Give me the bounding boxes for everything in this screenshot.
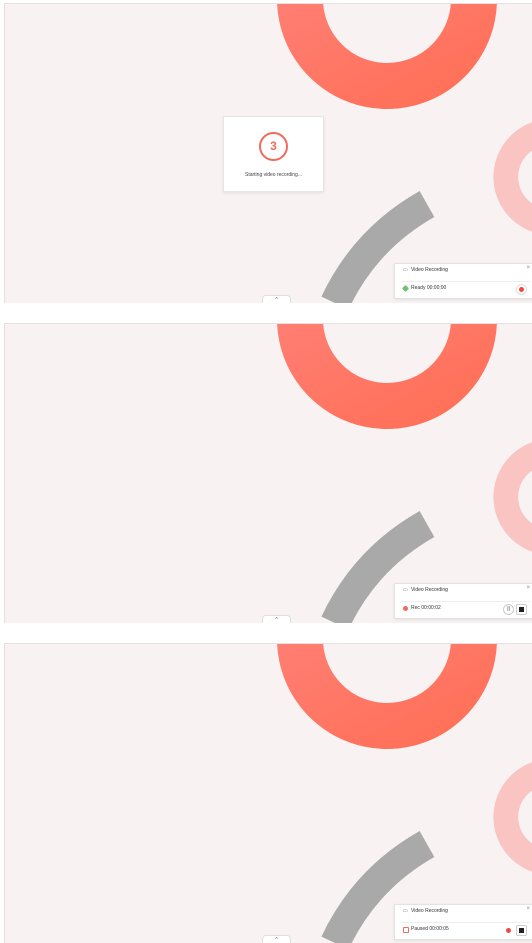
status-row: Paused 00:00:05 bbox=[401, 922, 530, 936]
collapse-handle[interactable]: ^ bbox=[262, 295, 291, 303]
countdown-dialog: 3 Starting video recording... bbox=[223, 116, 324, 192]
close-icon[interactable]: × bbox=[526, 265, 530, 271]
background-decoration bbox=[277, 324, 532, 623]
close-icon[interactable]: × bbox=[526, 585, 530, 591]
panel-title: Video Recording bbox=[411, 267, 448, 273]
background-decoration bbox=[277, 644, 532, 943]
decoration-ring-top bbox=[277, 644, 497, 749]
video-recorder-icon: ▭ bbox=[403, 267, 408, 273]
panel-title: Video Recording bbox=[411, 908, 448, 914]
decoration-ring-right bbox=[493, 122, 532, 232]
resume-record-button[interactable] bbox=[503, 925, 514, 936]
countdown-message: Starting video recording... bbox=[245, 172, 302, 178]
close-icon[interactable]: × bbox=[526, 906, 530, 912]
decoration-ring-right bbox=[493, 442, 532, 552]
status-dot-recording bbox=[403, 606, 408, 611]
stop-button[interactable] bbox=[516, 604, 527, 615]
video-recorder-icon: ▭ bbox=[403, 908, 408, 914]
recording-panel: ▭ Video Recording × Rec 00:00:02 || bbox=[394, 583, 532, 619]
recording-panel: ▭ Video Recording × Ready 00:00:00 bbox=[394, 263, 532, 299]
panel-title: Video Recording bbox=[411, 587, 448, 593]
screen-frame-1: 3 Starting video recording... ▭ Video Rec… bbox=[4, 3, 532, 303]
video-recorder-icon: ▭ bbox=[403, 587, 408, 593]
recording-panel: ▭ Video Recording × Paused 00:00:05 bbox=[394, 904, 532, 940]
status-label: Ready 00:00:00 bbox=[411, 285, 447, 291]
screen-frame-2: ▭ Video Recording × Rec 00:00:02 || ^ bbox=[4, 323, 532, 623]
decoration-ring-right bbox=[493, 762, 532, 872]
stop-button[interactable] bbox=[516, 925, 527, 936]
panel-header: ▭ Video Recording bbox=[403, 267, 448, 273]
decoration-ring-top bbox=[277, 4, 497, 109]
countdown-number: 3 bbox=[259, 132, 288, 161]
status-row: Ready 00:00:00 bbox=[401, 281, 530, 295]
status-dot-ready bbox=[401, 284, 410, 293]
collapse-handle[interactable]: ^ bbox=[262, 615, 291, 623]
screen-frame-3: ▭ Video Recording × Paused 00:00:05 ^ bbox=[4, 643, 532, 943]
pause-button[interactable]: || bbox=[503, 604, 514, 615]
status-label: Paused 00:00:05 bbox=[411, 926, 449, 932]
record-button[interactable] bbox=[516, 284, 527, 295]
panel-header: ▭ Video Recording bbox=[403, 908, 448, 914]
status-row: Rec 00:00:02 || bbox=[401, 601, 530, 615]
status-label: Rec 00:00:02 bbox=[411, 605, 441, 611]
decoration-ring-top bbox=[277, 324, 497, 429]
panel-header: ▭ Video Recording bbox=[403, 587, 448, 593]
status-dot-paused bbox=[403, 927, 409, 933]
